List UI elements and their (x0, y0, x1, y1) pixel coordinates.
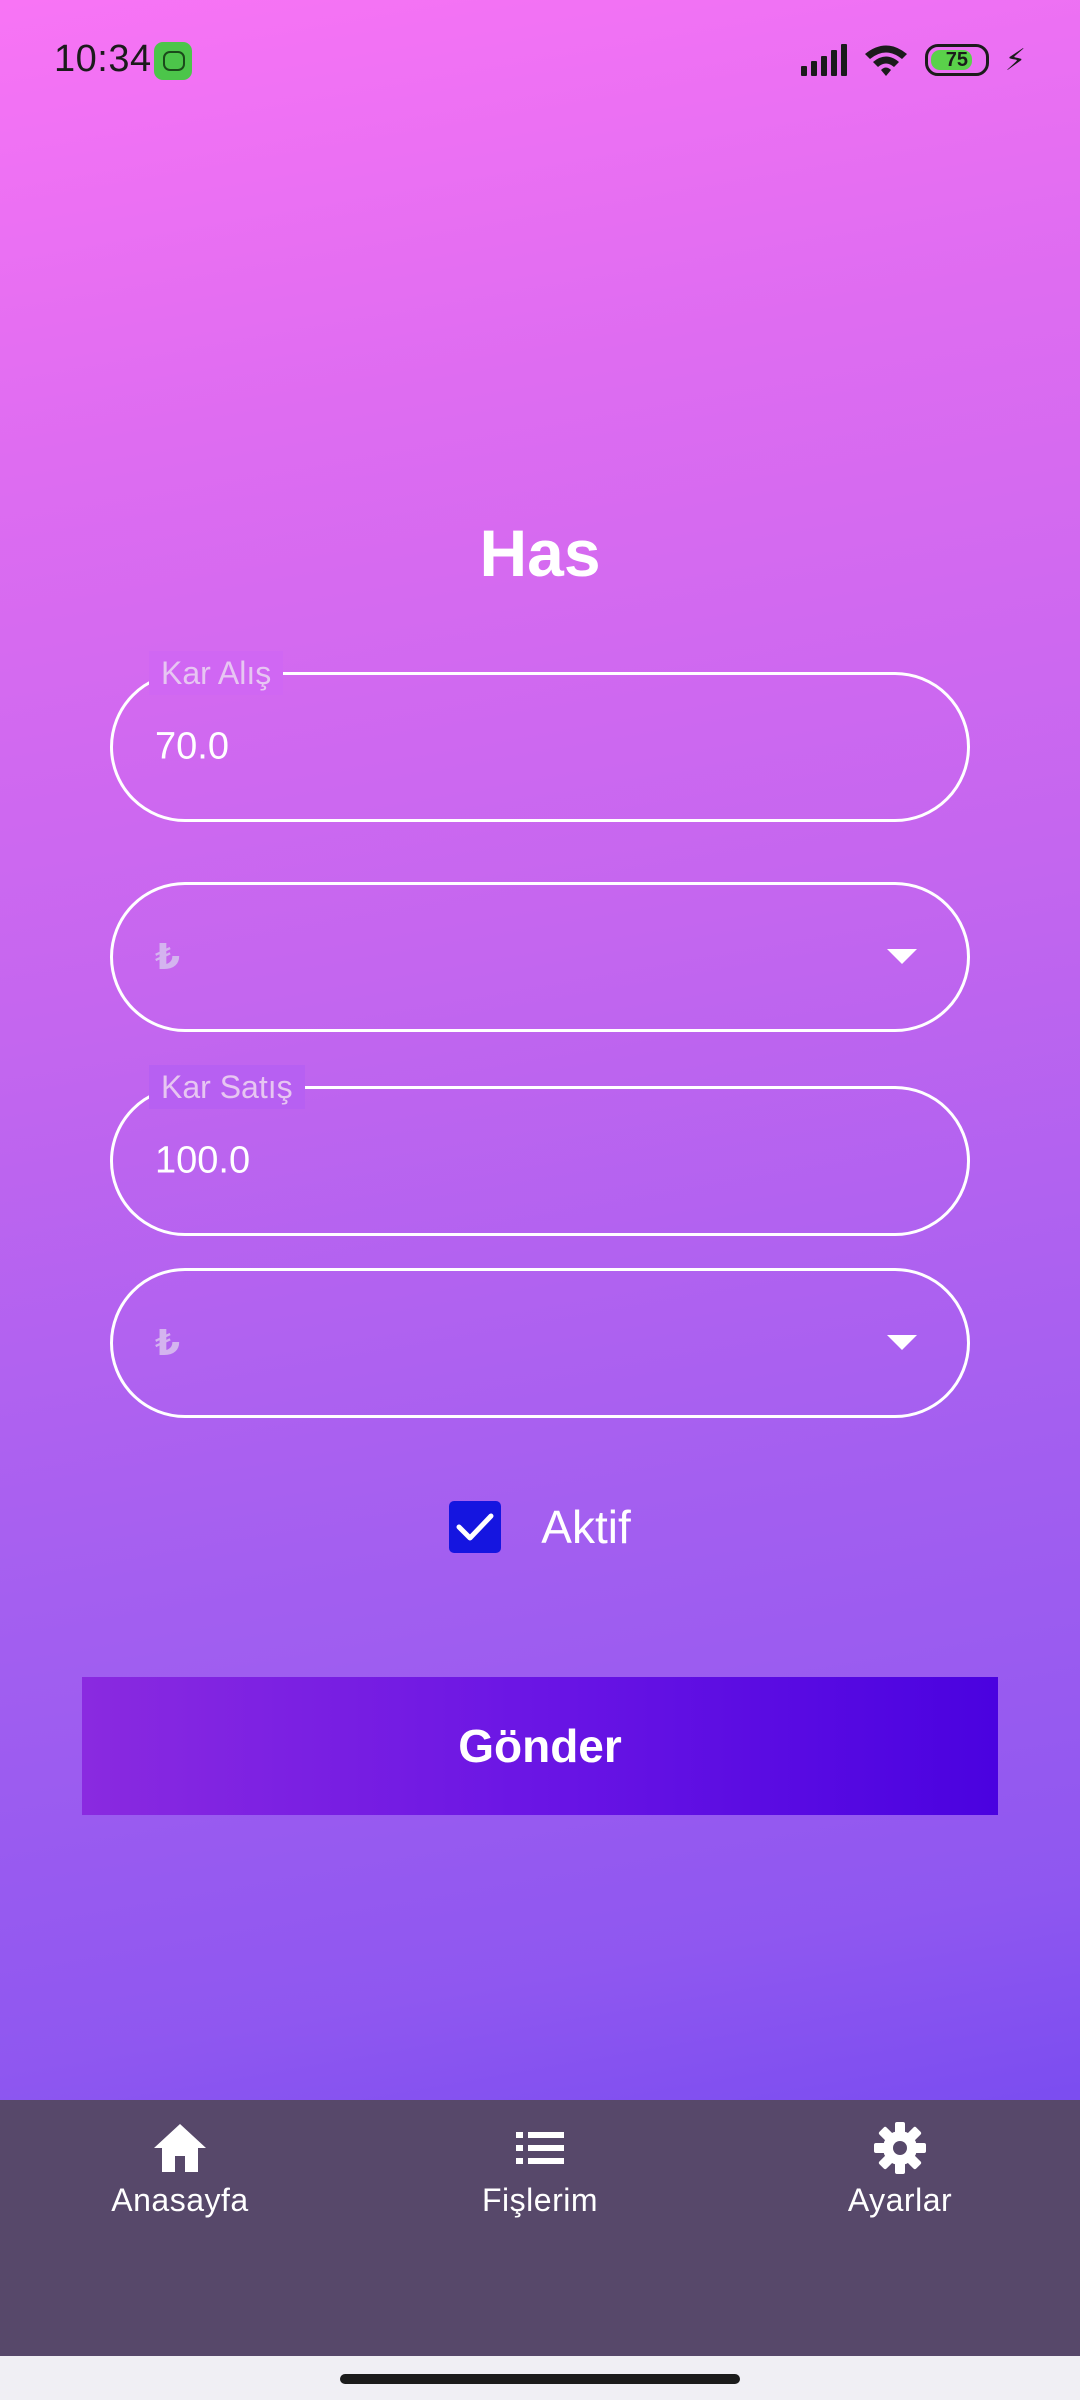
status-bar: 10:34 75 ⚡ (0, 0, 1080, 120)
buy-profit-label: Kar Alış (149, 651, 284, 695)
sell-profit-field[interactable]: Kar Satış 100.0 (110, 1065, 970, 1236)
buy-profit-value: 70.0 (155, 725, 229, 768)
status-icons: 75 ⚡ (800, 40, 1026, 80)
check-icon (456, 1513, 494, 1541)
gesture-area (0, 2356, 1080, 2400)
list-icon (516, 2132, 564, 2164)
active-checkbox[interactable] (449, 1501, 502, 1553)
chevron-down-icon (887, 1335, 917, 1350)
battery-icon: 75 (924, 44, 989, 76)
active-checkbox-row: Aktif (0, 1500, 1080, 1554)
status-time: 10:34 (54, 38, 152, 80)
nav-item-settings[interactable]: Ayarlar (780, 2120, 1020, 2219)
chevron-down-icon (887, 949, 917, 964)
buy-currency-dropdown[interactable]: ₺ (110, 882, 970, 1032)
buy-currency-value: ₺ (155, 936, 181, 977)
charging-bolt-icon: ⚡ (1004, 43, 1026, 77)
nav-item-settings-label: Ayarlar (847, 2182, 953, 2218)
home-icon (154, 2124, 206, 2172)
nav-item-home-label: Anasayfa (111, 2182, 249, 2218)
submit-button[interactable]: Gönder (82, 1677, 998, 1815)
sell-currency-value: ₺ (155, 1322, 181, 1363)
gear-icon (874, 2122, 926, 2174)
signal-icon (800, 44, 847, 76)
nav-item-receipts[interactable]: Fişlerim (420, 2120, 660, 2219)
nav-item-home[interactable]: Anasayfa (60, 2120, 300, 2219)
sell-profit-label: Kar Satış (149, 1065, 305, 1109)
nav-item-receipts-label: Fişlerim (482, 2182, 598, 2218)
wifi-icon (863, 43, 909, 77)
app-badge-icon (154, 42, 192, 80)
page-title: Has (479, 516, 601, 590)
sell-profit-value: 100.0 (155, 1139, 251, 1182)
buy-profit-field[interactable]: Kar Alış 70.0 (110, 651, 970, 822)
battery-level: 75 (945, 48, 969, 71)
gesture-handle[interactable] (340, 2374, 740, 2384)
bottom-nav: Anasayfa Fişlerim Ayarlar (0, 2100, 1080, 2356)
sell-currency-dropdown[interactable]: ₺ (110, 1268, 970, 1418)
active-checkbox-label[interactable]: Aktif (541, 1500, 630, 1554)
